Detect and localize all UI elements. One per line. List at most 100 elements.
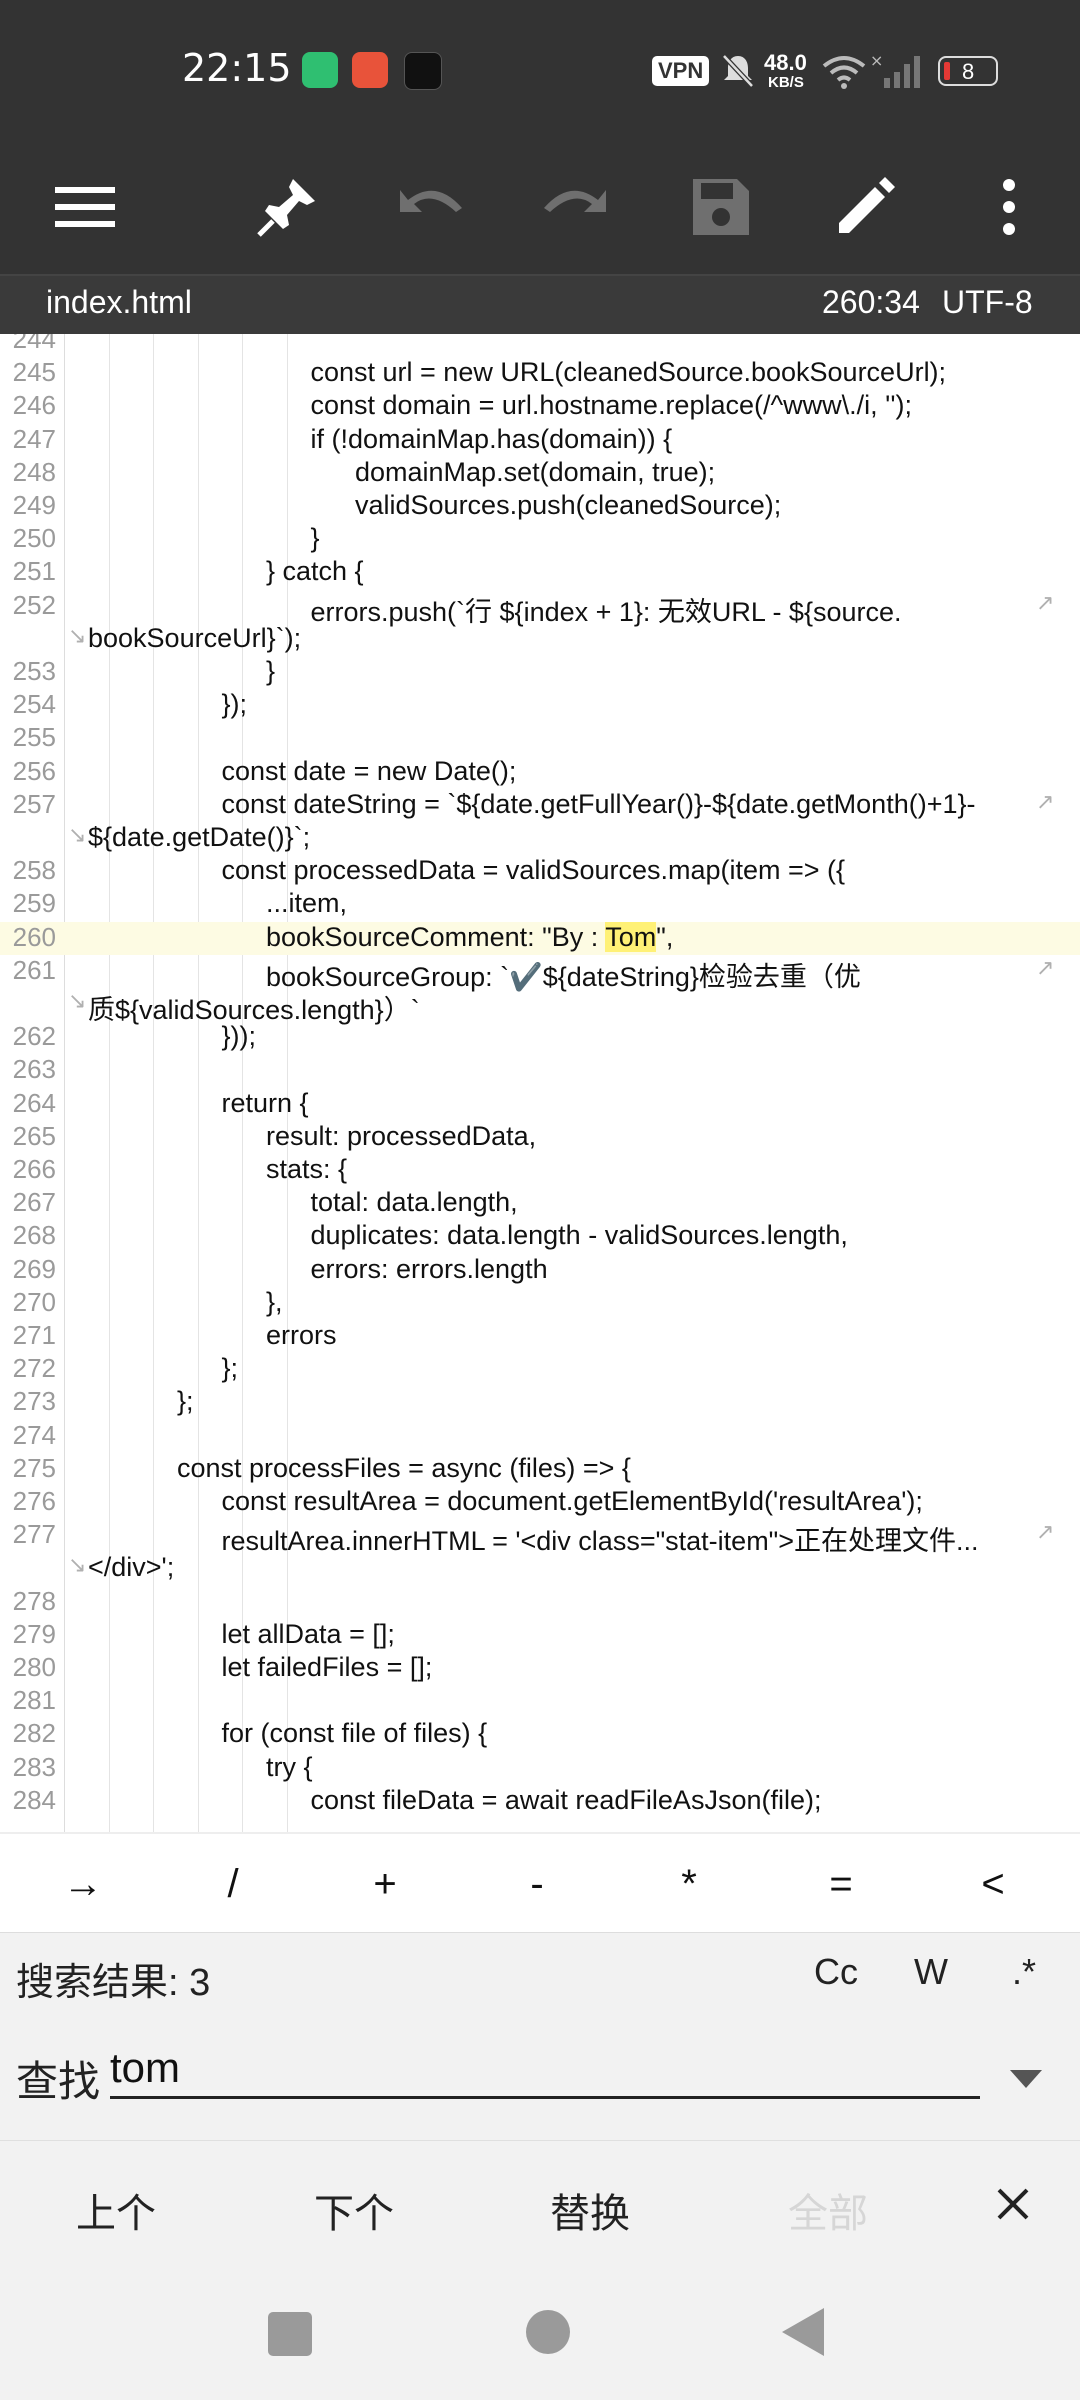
code-line[interactable]: ↘ ${date.getDate()}`; bbox=[0, 822, 1080, 855]
wifi-icon bbox=[822, 56, 866, 89]
symbol-key[interactable]: / bbox=[178, 1852, 288, 1916]
code-line[interactable]: 280 let failedFiles = []; bbox=[0, 1652, 1080, 1685]
code-line[interactable]: 268 duplicates: data.length - validSource… bbox=[0, 1220, 1080, 1253]
current-line[interactable]: 260 bookSourceComment: "By : Tom", bbox=[0, 921, 1080, 955]
redo-icon[interactable] bbox=[530, 162, 620, 252]
code-line[interactable]: ↘ 质${validSources.length}）` bbox=[0, 988, 1080, 1025]
symbol-key[interactable]: + bbox=[330, 1852, 440, 1916]
code-line[interactable]: 275 const processFiles = async (files) =>… bbox=[0, 1453, 1080, 1486]
replace-all-button[interactable]: 全部 bbox=[788, 2181, 868, 2239]
code-line[interactable]: 274 bbox=[0, 1420, 1080, 1453]
encoding-label[interactable]: UTF-8 bbox=[942, 284, 1033, 321]
code-line[interactable]: 271 errors bbox=[0, 1320, 1080, 1353]
line-number: 250 bbox=[12, 523, 56, 554]
code-line[interactable]: 265 result: processedData, bbox=[0, 1121, 1080, 1154]
code-text: const processedData = validSources.map(i… bbox=[221, 855, 846, 886]
system-nav-bar bbox=[0, 2270, 1080, 2400]
code-line[interactable]: 256 const date = new Date(); bbox=[0, 756, 1080, 789]
code-line[interactable]: 249 validSources.push(cleanedSource); bbox=[0, 490, 1080, 523]
filename-tab[interactable]: index.html bbox=[46, 284, 192, 321]
triangle-back-icon[interactable] bbox=[780, 2306, 828, 2358]
line-number: 276 bbox=[12, 1486, 56, 1516]
code-line[interactable]: 262})); bbox=[0, 1021, 1080, 1054]
symbol-key[interactable]: - bbox=[482, 1852, 592, 1916]
chevron-down-icon[interactable] bbox=[1010, 2070, 1042, 2088]
code-line[interactable]: 281 bbox=[0, 1685, 1080, 1718]
code-line[interactable]: 279 let allData = []; bbox=[0, 1619, 1080, 1652]
code-line[interactable]: 247 if (!domainMap.has(domain)) { bbox=[0, 424, 1080, 457]
code-line[interactable]: 246 const domain = url.hostname.replace(/… bbox=[0, 390, 1080, 423]
code-line[interactable]: 255 bbox=[0, 722, 1080, 755]
code-line[interactable]: 284 const fileData = await readFileAsJson… bbox=[0, 1785, 1080, 1818]
code-line[interactable]: 248 domainMap.set(domain, true); bbox=[0, 457, 1080, 490]
code-line[interactable]: 253} bbox=[0, 656, 1080, 689]
code-line[interactable]: 250} bbox=[0, 523, 1080, 556]
code-line[interactable]: 269 errors: errors.length bbox=[0, 1254, 1080, 1287]
wrap-continue-icon: ↘ bbox=[68, 1552, 87, 1578]
code-text: if (!domainMap.has(domain)) { bbox=[310, 423, 673, 454]
whole-word-toggle[interactable]: W bbox=[914, 1951, 948, 1993]
pin-icon[interactable] bbox=[242, 162, 332, 252]
code-line[interactable]: 283 try { bbox=[0, 1752, 1080, 1785]
code-line[interactable]: 270}, bbox=[0, 1287, 1080, 1320]
symbol-key[interactable]: = bbox=[786, 1852, 896, 1916]
code-text: errors: errors.length bbox=[310, 1253, 548, 1284]
code-editor[interactable]: 244 245 const url = new URL(cleanedSource.… bbox=[0, 334, 1080, 1832]
find-input[interactable] bbox=[110, 2040, 980, 2099]
code-text: validSources.push(cleanedSource); bbox=[355, 490, 782, 520]
more-vert-icon[interactable] bbox=[964, 162, 1054, 252]
line-number: 262 bbox=[12, 1021, 56, 1052]
code-text-after-match: ", bbox=[656, 921, 674, 952]
next-match-button[interactable]: 下个 bbox=[314, 2181, 394, 2239]
code-line[interactable]: 254}); bbox=[0, 689, 1080, 722]
mute-icon bbox=[722, 54, 754, 88]
undo-icon[interactable] bbox=[386, 162, 476, 252]
match-case-toggle[interactable]: Cc bbox=[814, 1951, 858, 1993]
code-text: } bbox=[266, 656, 276, 686]
symbol-key[interactable]: → bbox=[28, 1852, 138, 1916]
code-line[interactable]: 264 return { bbox=[0, 1088, 1080, 1121]
previous-match-button[interactable]: 上个 bbox=[76, 2181, 156, 2239]
save-icon[interactable] bbox=[676, 162, 766, 252]
close-icon[interactable] bbox=[996, 2187, 1030, 2221]
code-line[interactable]: 266 stats: { bbox=[0, 1154, 1080, 1187]
code-line[interactable]: 252 errors.push(`行 ${index + 1}: 无效URL - … bbox=[0, 590, 1080, 627]
code-line[interactable]: 267 total: data.length, bbox=[0, 1187, 1080, 1220]
line-number: 282 bbox=[12, 1718, 56, 1749]
code-line[interactable]: 257 const dateString = `${date.getFullYea… bbox=[0, 789, 1080, 822]
line-number: 265 bbox=[12, 1120, 56, 1151]
code-line[interactable]: 251} catch { bbox=[0, 556, 1080, 589]
circle-icon[interactable] bbox=[524, 2308, 572, 2356]
code-line[interactable]: 259 ...item, bbox=[0, 888, 1080, 921]
code-line[interactable]: 272}; bbox=[0, 1353, 1080, 1386]
line-number: 267 bbox=[12, 1187, 56, 1218]
code-line[interactable]: 277 resultArea.innerHTML = '<div class="s… bbox=[0, 1519, 1080, 1556]
line-number: 256 bbox=[12, 755, 56, 786]
code-line[interactable]: 278 bbox=[0, 1586, 1080, 1619]
code-line[interactable]: ↘ </div>'; bbox=[0, 1552, 1080, 1585]
line-number: 279 bbox=[12, 1618, 56, 1649]
code-line[interactable]: 263 bbox=[0, 1054, 1080, 1087]
code-text: const dateString = `${date.getFullYear()… bbox=[221, 788, 976, 819]
code-line[interactable]: 244 bbox=[0, 334, 1080, 357]
symbol-key[interactable]: * bbox=[634, 1852, 744, 1916]
replace-button[interactable]: 替换 bbox=[550, 2181, 630, 2239]
code-line[interactable]: 245 const url = new URL(cleanedSource.boo… bbox=[0, 357, 1080, 390]
menu-icon[interactable] bbox=[40, 162, 130, 252]
code-line[interactable]: ↘ bookSourceUrl}`); bbox=[0, 623, 1080, 656]
code-text: }; bbox=[177, 1386, 194, 1417]
code-line[interactable]: 282 for (const file of files) { bbox=[0, 1718, 1080, 1751]
code-text: try { bbox=[266, 1751, 313, 1782]
code-line[interactable]: 261 bookSourceGroup: `✔️${dateString}检验去重… bbox=[0, 955, 1080, 992]
code-line[interactable]: 273}; bbox=[0, 1386, 1080, 1419]
symbol-key[interactable]: < bbox=[938, 1852, 1048, 1916]
line-number: 268 bbox=[12, 1220, 56, 1251]
regex-toggle[interactable]: .* bbox=[1012, 1951, 1036, 1993]
code-text: bookSourceComment: "By : Tom", bbox=[266, 921, 674, 953]
pencil-icon[interactable] bbox=[820, 162, 910, 252]
line-number: 255 bbox=[12, 722, 56, 753]
code-text: bookSourceUrl}`); bbox=[88, 622, 302, 653]
code-line[interactable]: 258 const processedData = validSources.ma… bbox=[0, 855, 1080, 888]
square-icon[interactable] bbox=[266, 2310, 314, 2358]
code-line[interactable]: 276 const resultArea = document.getElemen… bbox=[0, 1486, 1080, 1519]
